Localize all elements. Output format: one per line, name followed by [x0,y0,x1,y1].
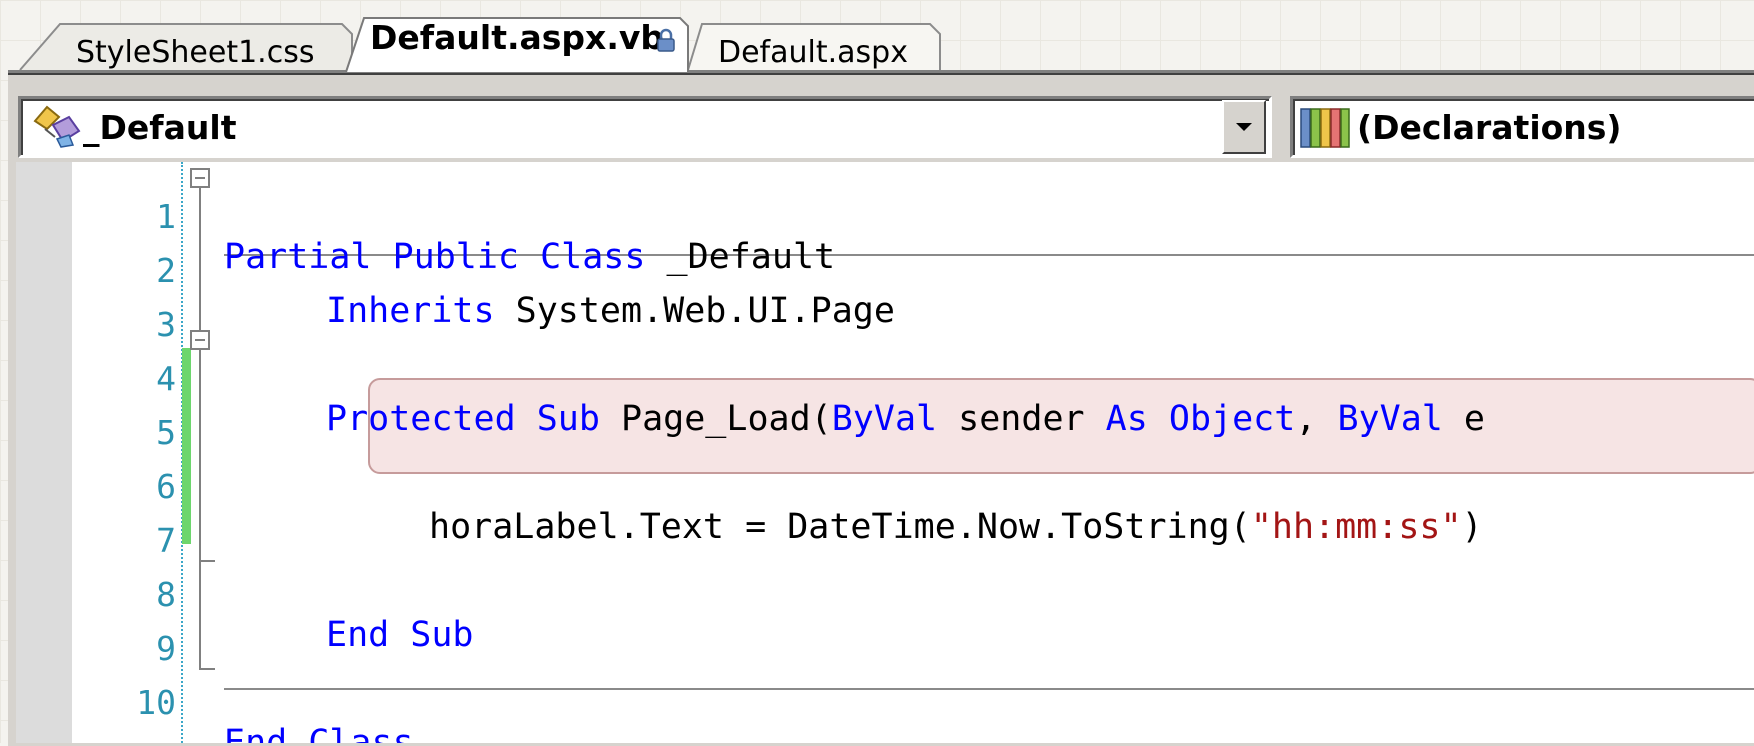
tab-stylesheet1-css[interactable]: StyleSheet1.css [19,22,353,71]
code-line-7: 7 [16,474,1754,560]
member-combo[interactable]: (Declarations) [1290,96,1754,158]
code-line-6: 6 horaLabel.Text = DateTime.Now.ToString… [16,420,1754,547]
class-combo-value: _Default [83,107,237,147]
code-line-4: 4 Protected Sub Page_Load(ByVal sender A… [16,312,1754,439]
class-combo-dropdown-button[interactable] [1222,100,1266,154]
tab-default-aspx-vb[interactable]: Default.aspx.vb [345,14,690,73]
code-line-2: 2 Inherits System.Web.UI.Page [16,204,1754,331]
code-line-5: 5 [16,366,1754,452]
declarations-icon [1299,105,1351,155]
class-name-combo[interactable]: _Default [18,96,1272,158]
tab-default-aspx[interactable]: Default.aspx [687,22,941,71]
code-editor[interactable]: 1 Partial Public Class _Default 2 Inheri… [16,162,1754,743]
code-line-9: 9 [16,582,1754,668]
tab-label: Default.aspx.vb [370,17,665,57]
tab-label: Default.aspx [718,34,908,70]
code-line-3: 3 [16,258,1754,344]
code-line-1: 1 Partial Public Class _Default [16,162,1754,277]
code-line-8: 8 End Sub [16,528,1754,655]
line-number: 10 [136,683,176,722]
chevron-down-icon [1236,123,1252,131]
member-combo-value: (Declarations) [1357,107,1622,147]
class-members-icon [29,103,81,153]
keyword-token: End Class [224,723,414,743]
code-line-10: 10 End Class [16,636,1754,743]
tab-label: StyleSheet1.css [76,34,315,70]
